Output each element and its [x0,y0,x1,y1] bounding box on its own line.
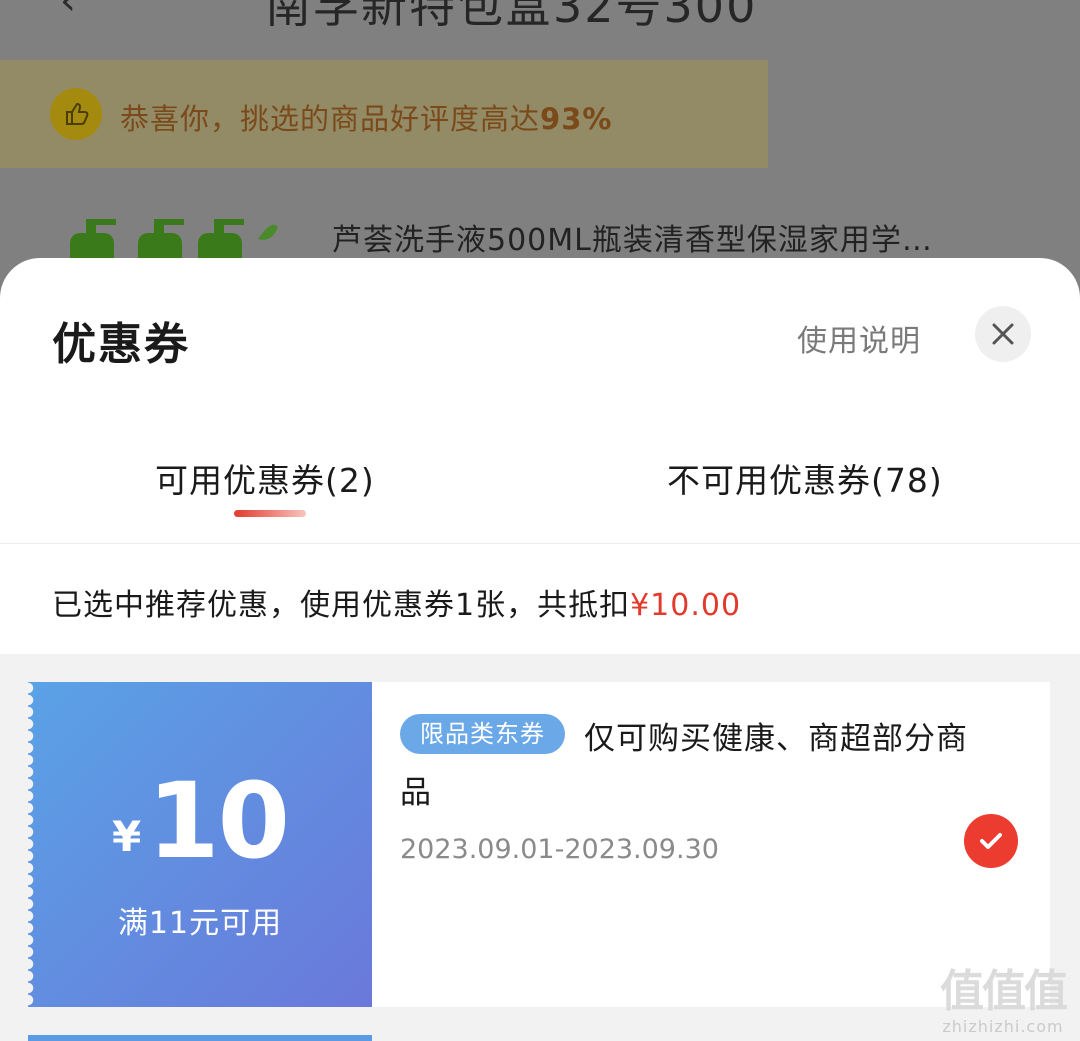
product-name: 芦荟洗手液500ML瓶装清香型保湿家用学… [332,223,933,258]
active-tab-indicator [234,510,306,517]
coupon-card[interactable]: ¥10 满11元可用 限品类东券 仅可购买健康、商超部分商品 2023.09.0… [28,682,1050,1007]
background-page: ‹ 南孚新特包盒32号300 恭喜你，挑选的商品好评度高达93% 芦荟洗手液50… [0,0,1080,300]
background-page-title: 南孚新特包盒32号300 [265,0,758,33]
tab-available-coupons[interactable]: 可用优惠券(2) [155,454,375,502]
rating-banner-prefix: 恭喜你，挑选的商品好评度高达 [120,102,541,136]
checkmark-icon [980,833,1002,849]
coupon-validity-dates: 2023.09.01-2023.09.30 [400,834,719,865]
coupon-list: ¥10 满11元可用 限品类东券 仅可购买健康、商超部分商品 2023.09.0… [0,654,1080,1041]
back-arrow-icon[interactable]: ‹ [60,0,76,24]
selection-summary-text: 已选中推荐优惠，使用优惠券1张，共抵扣 [52,588,631,623]
rating-banner-percent: 93% [540,102,613,136]
watermark-logo: 值值值 [940,966,1068,1017]
coupon-sheet: 优惠券 使用说明 可用优惠券(2) 不可用优惠券(78) 已选中推荐优惠，使用优… [0,258,1080,1041]
watermark-site: zhizhizhi.com [942,1017,1064,1036]
coupon-tabs: 可用优惠券(2) 不可用优惠券(78) [0,448,1080,544]
thumbs-up-icon [50,88,102,140]
site-watermark: 值值值 zhizhizhi.com [928,955,1078,1036]
coupon-description: 仅可购买健康、商超部分商品 [400,721,968,811]
close-button[interactable] [975,306,1031,362]
close-icon [992,323,1014,345]
coupon-value: ¥10 [28,760,372,882]
rating-banner-text: 恭喜你，挑选的商品好评度高达93% [120,96,612,138]
coupon-currency: ¥ [112,812,142,861]
coupon-selected-checkbox[interactable] [964,814,1018,868]
coupon-amount: 10 [147,760,290,882]
sheet-title: 优惠券 [52,319,190,370]
discount-amount: ¥10.00 [630,588,742,623]
background-header: ‹ 南孚新特包盒32号300 [0,0,1080,56]
tab-unavailable-coupons[interactable]: 不可用优惠券(78) [667,454,943,502]
coupon-condition: 满11元可用 [117,906,283,941]
next-coupon-card-partial[interactable] [28,1035,372,1041]
coupon-value-panel: ¥10 满11元可用 [28,682,372,1007]
selection-summary: 已选中推荐优惠，使用优惠券1张，共抵扣¥10.00 [52,580,741,624]
usage-instructions-link[interactable]: 使用说明 [797,316,921,360]
